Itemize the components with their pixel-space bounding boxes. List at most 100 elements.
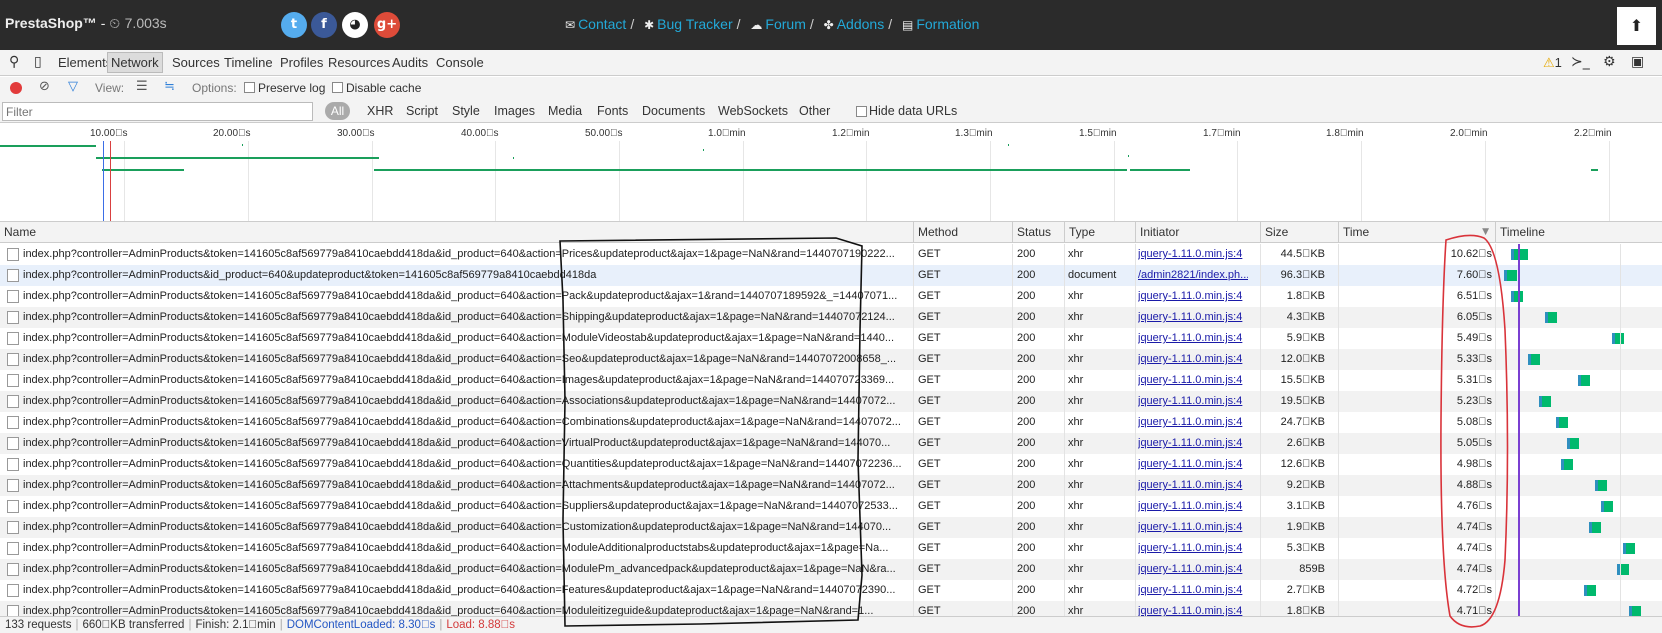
table-row[interactable]: index.php?controller=AdminProducts&token…: [0, 412, 1662, 433]
scroll-up-button[interactable]: ⬆: [1617, 7, 1656, 45]
table-row[interactable]: index.php?controller=AdminProducts&token…: [0, 244, 1662, 265]
tab-console[interactable]: Console: [436, 55, 484, 70]
column-header-size[interactable]: Size: [1260, 222, 1338, 243]
column-header-type[interactable]: Type: [1064, 222, 1135, 243]
inspect-search-icon[interactable]: ⚲: [9, 54, 19, 70]
request-initiator[interactable]: jquery-1.11.0.min.js:4: [1138, 244, 1248, 265]
filter-icon[interactable]: ▽: [68, 79, 78, 94]
timeline-wait-bar: [1623, 543, 1626, 554]
request-initiator[interactable]: jquery-1.11.0.min.js:4: [1138, 496, 1248, 517]
filter-style[interactable]: Style: [452, 104, 480, 118]
table-row[interactable]: index.php?controller=AdminProducts&token…: [0, 391, 1662, 412]
request-initiator[interactable]: jquery-1.11.0.min.js:4: [1138, 559, 1248, 580]
table-row[interactable]: index.php?controller=AdminProducts&id_pr…: [0, 265, 1662, 286]
column-header-status[interactable]: Status: [1012, 222, 1064, 243]
tab-audits[interactable]: Audits: [392, 55, 428, 70]
facebook-icon[interactable]: f: [311, 12, 337, 38]
request-initiator[interactable]: jquery-1.11.0.min.js:4: [1138, 433, 1248, 454]
dock-side-icon[interactable]: ▣: [1631, 54, 1644, 70]
overview-gridline: [1237, 141, 1238, 221]
tab-resources[interactable]: Resources: [328, 55, 390, 70]
filter-input[interactable]: [2, 102, 313, 121]
table-row[interactable]: index.php?controller=AdminProducts&token…: [0, 580, 1662, 601]
table-row[interactable]: index.php?controller=AdminProducts&token…: [0, 454, 1662, 475]
table-row[interactable]: index.php?controller=AdminProducts&token…: [0, 370, 1662, 391]
link-formation[interactable]: Formation: [916, 16, 979, 32]
table-row[interactable]: index.php?controller=AdminProducts&token…: [0, 496, 1662, 517]
table-row[interactable]: index.php?controller=AdminProducts&token…: [0, 307, 1662, 328]
timeline-overview[interactable]: 10.00 s 20.00 s 30.00 s 40.00 s 50.00 s …: [0, 124, 1662, 222]
request-name: index.php?controller=AdminProducts&token…: [23, 563, 896, 575]
large-rows-icon[interactable]: ☰: [136, 79, 148, 94]
devtools-tab-bar: ⚲ ▯ Elements Network Sources Timeline Pr…: [0, 50, 1662, 76]
tab-sources[interactable]: Sources: [172, 55, 220, 70]
request-method: GET: [918, 479, 941, 491]
table-row[interactable]: index.php?controller=AdminProducts&token…: [0, 349, 1662, 370]
disable-cache-checkbox[interactable]: [332, 82, 343, 93]
filter-images[interactable]: Images: [494, 104, 535, 118]
filter-all-button[interactable]: All: [325, 102, 350, 120]
record-button[interactable]: [10, 82, 22, 94]
column-header-initiator[interactable]: Initiator: [1135, 222, 1260, 243]
filter-documents[interactable]: Documents: [642, 104, 705, 118]
link-bug-tracker[interactable]: Bug Tracker: [657, 16, 732, 32]
tab-timeline[interactable]: Timeline: [224, 55, 273, 70]
request-status: 200: [1017, 269, 1036, 281]
column-header-time[interactable]: Time ▼: [1338, 222, 1495, 243]
link-forum[interactable]: Forum: [765, 16, 805, 32]
request-initiator[interactable]: jquery-1.11.0.min.js:4: [1138, 349, 1248, 370]
filter-media[interactable]: Media: [548, 104, 582, 118]
github-icon[interactable]: ◕: [342, 12, 368, 38]
table-row[interactable]: index.php?controller=AdminProducts&token…: [0, 433, 1662, 454]
clear-icon[interactable]: ⊘: [39, 79, 50, 94]
google-plus-icon[interactable]: g+: [374, 12, 400, 38]
request-initiator[interactable]: jquery-1.11.0.min.js:4: [1138, 580, 1248, 601]
request-initiator[interactable]: jquery-1.11.0.min.js:4: [1138, 454, 1248, 475]
column-header-name[interactable]: Name: [0, 222, 913, 243]
column-header-method[interactable]: Method: [913, 222, 1012, 243]
warning-counter[interactable]: ⚠1: [1543, 55, 1562, 71]
link-contact[interactable]: Contact: [578, 16, 626, 32]
overview-toggle-icon[interactable]: ≒: [164, 79, 175, 94]
request-initiator[interactable]: jquery-1.11.0.min.js:4: [1138, 370, 1248, 391]
request-initiator[interactable]: jquery-1.11.0.min.js:4: [1138, 328, 1248, 349]
twitter-icon[interactable]: t: [281, 12, 307, 38]
tab-elements[interactable]: Elements: [58, 55, 112, 70]
table-row[interactable]: index.php?controller=AdminProducts&token…: [0, 286, 1662, 307]
request-initiator[interactable]: jquery-1.11.0.min.js:4: [1138, 601, 1248, 616]
console-drawer-icon[interactable]: ≻_: [1571, 54, 1590, 70]
request-initiator[interactable]: jquery-1.11.0.min.js:4: [1138, 517, 1248, 538]
hide-data-urls-checkbox[interactable]: [856, 106, 867, 117]
preserve-log-label: Preserve log: [258, 81, 326, 95]
table-row[interactable]: index.php?controller=AdminProducts&token…: [0, 517, 1662, 538]
column-divider: [1620, 244, 1621, 616]
filter-other[interactable]: Other: [799, 104, 830, 118]
timeline-wait-bar: [1628, 606, 1632, 616]
request-initiator[interactable]: jquery-1.11.0.min.js:4: [1138, 391, 1248, 412]
table-row[interactable]: index.php?controller=AdminProducts&token…: [0, 328, 1662, 349]
link-addons[interactable]: Addons: [837, 16, 884, 32]
brand[interactable]: PrestaShop™ - ⏲ 7.003s: [5, 15, 167, 32]
table-row[interactable]: index.php?controller=AdminProducts&token…: [0, 475, 1662, 496]
row-file-icon: [7, 311, 19, 324]
tab-profiles[interactable]: Profiles: [280, 55, 323, 70]
table-row[interactable]: index.php?controller=AdminProducts&token…: [0, 559, 1662, 580]
request-initiator[interactable]: jquery-1.11.0.min.js:4: [1138, 538, 1248, 559]
header-links: ✉ Contact / ✱ Bug Tracker / ☁ Forum / ✤ Addons /…: [565, 16, 980, 32]
column-header-timeline[interactable]: Timeline: [1495, 222, 1620, 243]
table-row[interactable]: index.php?controller=AdminProducts&token…: [0, 601, 1662, 616]
table-row[interactable]: index.php?controller=AdminProducts&token…: [0, 538, 1662, 559]
tab-network[interactable]: Network: [107, 52, 163, 73]
request-initiator[interactable]: /admin2821/index.ph...: [1138, 265, 1248, 286]
preserve-log-checkbox[interactable]: [244, 82, 255, 93]
filter-script[interactable]: Script: [406, 104, 438, 118]
gear-icon[interactable]: ⚙: [1603, 54, 1616, 70]
request-initiator[interactable]: jquery-1.11.0.min.js:4: [1138, 286, 1248, 307]
device-mode-icon[interactable]: ▯: [34, 54, 42, 70]
filter-fonts[interactable]: Fonts: [597, 104, 628, 118]
request-initiator[interactable]: jquery-1.11.0.min.js:4: [1138, 412, 1248, 433]
filter-xhr[interactable]: XHR: [367, 104, 393, 118]
filter-websockets[interactable]: WebSockets: [718, 104, 788, 118]
request-initiator[interactable]: jquery-1.11.0.min.js:4: [1138, 475, 1248, 496]
request-initiator[interactable]: jquery-1.11.0.min.js:4: [1138, 307, 1248, 328]
